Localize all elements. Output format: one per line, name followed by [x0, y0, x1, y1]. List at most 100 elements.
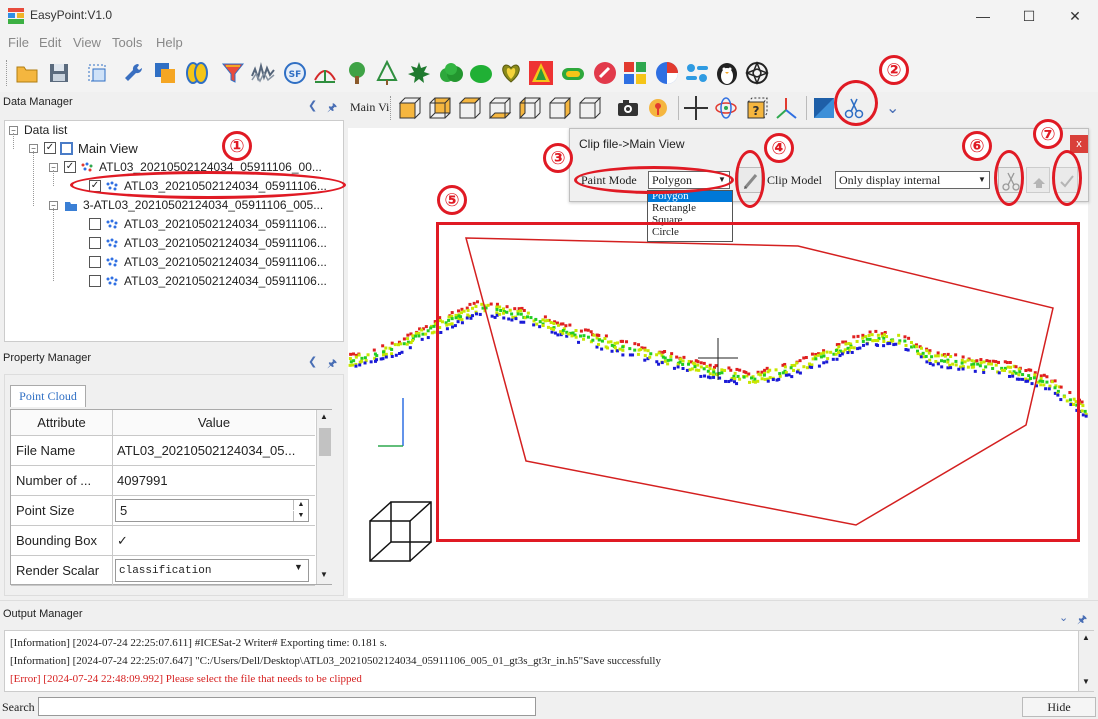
scroll-up-icon[interactable]: ▲	[1082, 633, 1090, 642]
merge-layers-icon[interactable]	[152, 60, 178, 86]
point	[351, 363, 355, 367]
menu-edit[interactable]: Edit	[39, 35, 61, 50]
view-right-icon[interactable]	[548, 96, 572, 120]
tree-item[interactable]: ATL03_20210502124034_05911106...	[89, 272, 327, 290]
terrain-profile-icon[interactable]	[312, 60, 338, 86]
dropdown-option-rectangle[interactable]: Rectangle	[648, 202, 732, 214]
color-grid-icon[interactable]	[622, 60, 648, 86]
view-iso-icon[interactable]	[578, 96, 602, 120]
scroll-down-icon[interactable]: ▼	[320, 570, 328, 579]
table-row[interactable]: File Name ATL03_20210502124034_05...	[11, 436, 315, 466]
value-cell: 5 ▲ ▼	[113, 496, 315, 525]
main-view-tab[interactable]: Main Vi	[350, 100, 389, 115]
scroll-thumb[interactable]	[319, 428, 331, 456]
view-bottom-icon[interactable]	[488, 96, 512, 120]
checkbox-unchecked[interactable]	[89, 218, 101, 230]
camera-icon[interactable]	[616, 96, 640, 120]
view-top-icon[interactable]	[458, 96, 482, 120]
split-ovals-icon[interactable]	[184, 60, 210, 86]
bounding-box-help-icon[interactable]: ?	[744, 96, 768, 120]
spin-up-icon[interactable]: ▲	[293, 500, 308, 510]
tree-item[interactable]: ATL03_20210502124034_05911106...	[89, 215, 327, 233]
tab-point-cloud[interactable]: Point Cloud	[10, 385, 86, 407]
point	[369, 360, 373, 364]
maximize-button[interactable]: ☐	[1006, 0, 1052, 32]
aperture-icon[interactable]	[744, 60, 770, 86]
point	[402, 337, 406, 341]
select-region-icon[interactable]	[84, 60, 110, 86]
pie-chart-icon[interactable]	[654, 60, 680, 86]
wrench-icon[interactable]	[120, 60, 146, 86]
view-left-icon[interactable]	[518, 96, 542, 120]
scroll-down-icon[interactable]: ▼	[1082, 677, 1090, 686]
chevron-down-icon[interactable]: ⌄	[886, 98, 899, 118]
bounding-box-checkbox[interactable]: ✓	[113, 526, 315, 555]
checkbox-unchecked[interactable]	[89, 275, 101, 287]
maple-leaf-icon[interactable]	[406, 60, 432, 86]
tree-main-view[interactable]: − ✓ Main View	[29, 139, 138, 157]
grass-icon[interactable]	[560, 60, 586, 86]
minimize-button[interactable]: —	[960, 0, 1006, 32]
menu-help[interactable]: Help	[156, 35, 183, 50]
table-row[interactable]: Bounding Box ✓	[11, 526, 315, 556]
crosshair-icon[interactable]	[684, 96, 708, 120]
shrub-icon[interactable]	[468, 60, 494, 86]
table-row[interactable]: Point Size 5 ▲ ▼	[11, 496, 315, 526]
close-dialog-button[interactable]: x	[1070, 135, 1088, 153]
output-scrollbar[interactable]: ▲ ▼	[1078, 631, 1094, 691]
menu-tools[interactable]: Tools	[112, 35, 142, 50]
open-folder-icon[interactable]	[14, 60, 40, 86]
annotation-highlight-viewport	[436, 222, 1080, 542]
tree-root[interactable]: − Data list	[9, 121, 67, 139]
property-scrollbar[interactable]: ▲ ▼	[316, 410, 332, 584]
chevron-down-icon[interactable]: ⌄	[1059, 611, 1068, 624]
sf-globe-icon[interactable]: SF	[282, 60, 308, 86]
table-row[interactable]: Render Scalar classification ▼	[11, 556, 315, 586]
checkbox-checked[interactable]: ✓	[44, 142, 56, 154]
chevron-down-icon[interactable]: ▼	[978, 175, 986, 184]
save-icon[interactable]	[46, 60, 72, 86]
point-size-spinbox[interactable]: 5	[115, 499, 309, 522]
waveform-icon[interactable]	[250, 60, 276, 86]
penguin-icon[interactable]	[714, 60, 740, 86]
point	[354, 364, 358, 368]
chevron-down-icon[interactable]: ▼	[294, 562, 303, 572]
bush-icon[interactable]	[438, 60, 464, 86]
menu-file[interactable]: File	[8, 35, 29, 50]
menu-view[interactable]: View	[73, 35, 101, 50]
pin-icon[interactable]: 🖈	[327, 99, 337, 118]
collapse-panel-icon[interactable]: ❮	[308, 355, 317, 368]
tree-guide	[53, 208, 54, 281]
heart-leaf-icon[interactable]	[498, 60, 524, 86]
checkbox-unchecked[interactable]	[89, 256, 101, 268]
pine-tree-icon[interactable]	[374, 60, 400, 86]
view-front-icon[interactable]	[398, 96, 422, 120]
search-input[interactable]	[38, 697, 536, 716]
orbit-icon[interactable]	[714, 96, 738, 120]
eraser-icon[interactable]	[592, 60, 618, 86]
hide-button[interactable]: Hide	[1022, 697, 1096, 717]
scroll-up-icon[interactable]: ▲	[320, 412, 328, 421]
pin-icon[interactable]: 🖈	[327, 355, 337, 374]
tree-icon[interactable]	[344, 60, 370, 86]
forest-icon[interactable]	[528, 60, 554, 86]
color-picker-icon[interactable]	[646, 96, 670, 120]
spin-down-icon[interactable]: ▼	[293, 511, 308, 521]
clip-model-select[interactable]: Only display internal	[835, 171, 990, 189]
filter-icon[interactable]	[220, 60, 246, 86]
cube-gizmo[interactable]	[369, 501, 432, 562]
pin-icon[interactable]: 🖈	[1077, 611, 1087, 630]
view-back-icon[interactable]	[428, 96, 452, 120]
table-row[interactable]: Number of ... 4097991	[11, 466, 315, 496]
close-window-button[interactable]: ✕	[1052, 0, 1098, 32]
checkbox-checked[interactable]: ✓	[64, 161, 76, 173]
undo-button[interactable]	[1026, 167, 1050, 193]
half-plane-icon[interactable]	[812, 96, 836, 120]
collapse-panel-icon[interactable]: ❮	[308, 99, 317, 112]
render-scalar-select[interactable]: classification	[115, 559, 309, 582]
tree-item[interactable]: ATL03_20210502124034_05911106...	[89, 253, 327, 271]
tree-item[interactable]: ATL03_20210502124034_05911106...	[89, 234, 327, 252]
sliders-icon[interactable]	[684, 60, 710, 86]
checkbox-unchecked[interactable]	[89, 237, 101, 249]
axes-icon[interactable]	[774, 96, 798, 120]
